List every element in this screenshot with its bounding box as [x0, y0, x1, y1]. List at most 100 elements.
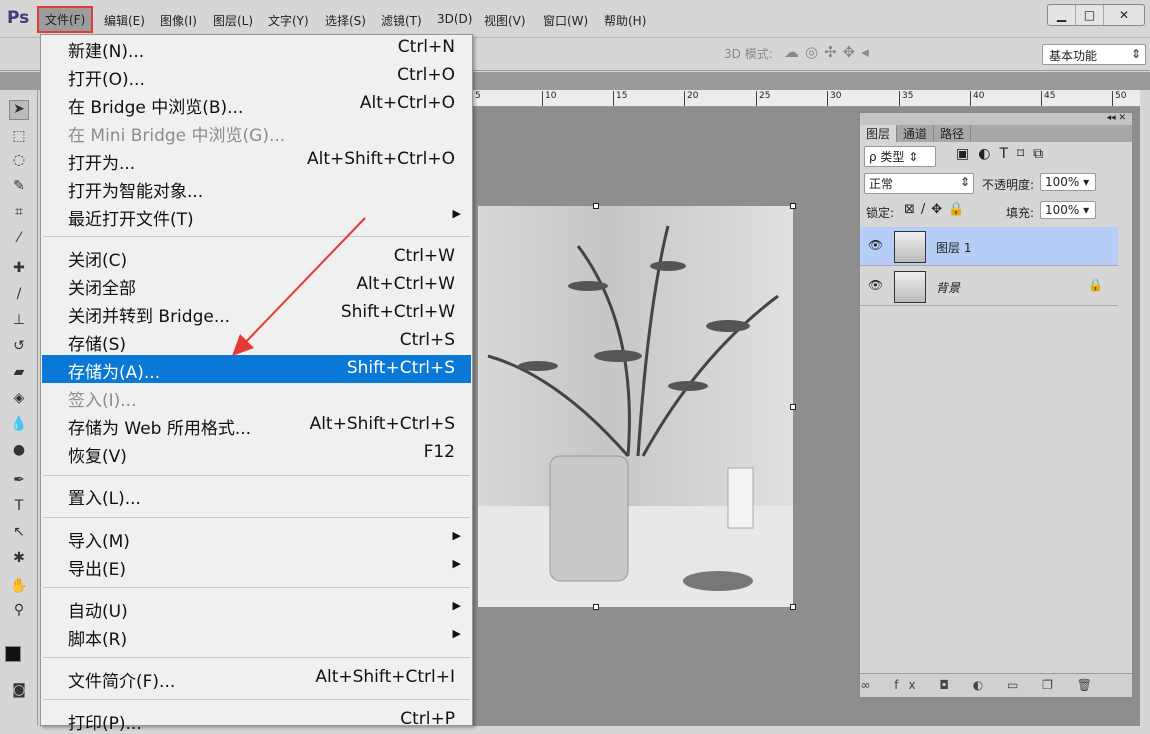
path-select-tool-icon[interactable]: ↖ — [9, 524, 29, 544]
eyedropper-tool-icon[interactable]: ⁄ — [9, 230, 29, 250]
menu-item[interactable]: 自动(U) ▶ — [42, 594, 471, 622]
menu-item[interactable]: 导出(E) ▶ — [42, 552, 471, 580]
menu-item[interactable]: 打开为智能对象... — [42, 174, 471, 202]
menu-item-label: 打开为... — [68, 154, 136, 174]
document-image[interactable] — [478, 206, 793, 607]
menu-separator — [43, 236, 470, 237]
menu-item[interactable]: 在 Bridge 中浏览(B)... Alt+Ctrl+O — [42, 90, 471, 118]
quick-mask-icon[interactable]: ◙ — [9, 682, 29, 702]
layer-filter-select[interactable]: ρ 类型 ⇕ — [864, 146, 936, 167]
menu-item[interactable]: 恢复(V) F12 — [42, 439, 471, 467]
eye-icon[interactable]: 👁 — [868, 278, 883, 292]
menu-item[interactable]: 关闭(C) Ctrl+W — [42, 243, 471, 271]
lasso-tool-icon[interactable]: ◌ — [9, 152, 29, 172]
menu-type[interactable]: 文字(Y) — [268, 12, 309, 29]
panel-collapse-icon[interactable]: ◂◂ ✕ — [860, 113, 1132, 125]
crop-tool-icon[interactable]: ⌗ — [9, 204, 29, 224]
menu-item-label: 打印(P)... — [68, 714, 142, 734]
fill-input[interactable]: 100% ▾ — [1040, 201, 1096, 219]
tab-paths[interactable]: 路径 — [934, 125, 972, 142]
menu-item[interactable]: 存储为(A)... Shift+Ctrl+S — [42, 355, 471, 383]
menu-item[interactable]: 打开为... Alt+Shift+Ctrl+O — [42, 146, 471, 174]
3d-mode-icons[interactable]: ☁◎✣✥◂ — [784, 43, 875, 61]
menu-window[interactable]: 窗口(W) — [543, 12, 588, 29]
menu-item[interactable]: 打印(P)... Ctrl+P — [42, 706, 471, 734]
menu-item[interactable]: 存储为 Web 所用格式... Alt+Shift+Ctrl+S — [42, 411, 471, 439]
blend-mode-select[interactable]: 正常 ⇕ — [864, 173, 974, 194]
opacity-value: 100% — [1045, 175, 1080, 189]
layer-name[interactable]: 图层 1 — [936, 239, 971, 256]
lock-icon: 🔒 — [1088, 278, 1103, 292]
fill-label: 填充: — [1006, 206, 1035, 220]
menu-separator — [43, 699, 470, 700]
menu-item[interactable]: 存储(S) Ctrl+S — [42, 327, 471, 355]
menu-item[interactable]: 打开(O)... Ctrl+O — [42, 62, 471, 90]
menu-item[interactable]: 关闭并转到 Bridge... Shift+Ctrl+W — [42, 299, 471, 327]
layer-row[interactable]: 👁 图层 1 — [860, 227, 1118, 266]
history-brush-icon[interactable]: ↺ — [9, 338, 29, 358]
opacity-input[interactable]: 100% ▾ — [1040, 173, 1096, 191]
layer-row[interactable]: 👁 背景 🔒 — [860, 267, 1118, 306]
lock-icons[interactable]: ⊠/✥🔒 — [904, 202, 970, 217]
move-tool-icon[interactable]: ➤ — [9, 100, 29, 120]
blur-tool-icon[interactable]: 💧 — [9, 416, 29, 436]
menu-item-label: 新建(N)... — [68, 42, 145, 62]
tab-layers[interactable]: 图层 — [860, 125, 898, 142]
menu-view[interactable]: 视图(V) — [484, 12, 526, 29]
eye-icon[interactable]: 👁 — [868, 238, 883, 252]
menu-item[interactable]: 最近打开文件(T) ▶ — [42, 202, 471, 230]
filter-type-icons[interactable]: ▣◐T⌑⧉ — [956, 146, 1052, 162]
menu-3d[interactable]: 3D(D) — [437, 12, 472, 26]
menu-bar: Ps 文件(F) 编辑(E) 图像(I) 图层(L) 文字(Y) 选择(S) 滤… — [0, 0, 1150, 38]
transform-handle[interactable] — [790, 203, 796, 209]
transform-handle[interactable] — [593, 203, 599, 209]
minimize-button[interactable]: ▁ — [1048, 5, 1076, 25]
stamp-tool-icon[interactable]: ⊥ — [9, 312, 29, 332]
marquee-tool-icon[interactable]: ⬚ — [9, 128, 29, 148]
menu-help[interactable]: 帮助(H) — [604, 12, 646, 29]
transform-handle[interactable] — [790, 404, 796, 410]
tools-panel: ➤ ⬚ ◌ ✎ ⌗ ⁄ ✚ / ⊥ ↺ ▰ ◈ 💧 ● ✒ T ↖ ✱ ✋ ⚲ … — [0, 90, 38, 726]
menu-select[interactable]: 选择(S) — [325, 12, 366, 29]
menu-image[interactable]: 图像(I) — [160, 12, 197, 29]
menu-layer[interactable]: 图层(L) — [213, 12, 253, 29]
zoom-tool-icon[interactable]: ⚲ — [9, 602, 29, 622]
quick-select-tool-icon[interactable]: ✎ — [9, 178, 29, 198]
menu-item-shortcut: F12 — [423, 442, 455, 462]
menu-item[interactable]: 新建(N)... Ctrl+N — [42, 34, 471, 62]
menu-separator — [43, 475, 470, 476]
menu-item-shortcut: Shift+Ctrl+W — [340, 302, 455, 322]
transform-handle[interactable] — [593, 604, 599, 610]
transform-handle[interactable] — [790, 604, 796, 610]
menu-edit[interactable]: 编辑(E) — [104, 12, 145, 29]
layer-actions-icons[interactable]: ∞ fx ◘ ◐ ▭ ❐ 🗑 — [860, 673, 1132, 697]
ruler-tick: 45 — [1041, 91, 1055, 106]
menu-item[interactable]: 导入(M) ▶ — [42, 524, 471, 552]
tab-channels[interactable]: 通道 — [897, 125, 935, 142]
menu-item-label: 打开(O)... — [68, 70, 145, 90]
menu-filter[interactable]: 滤镜(T) — [381, 12, 422, 29]
maximize-button[interactable]: □ — [1076, 5, 1104, 25]
menu-item[interactable]: 文件简介(F)... Alt+Shift+Ctrl+I — [42, 664, 471, 692]
workspace-select[interactable]: 基本功能 ⇕ — [1042, 44, 1146, 65]
ruler-tick: 25 — [756, 91, 770, 106]
brush-tool-icon[interactable]: / — [9, 286, 29, 306]
pen-tool-icon[interactable]: ✒ — [9, 472, 29, 492]
layers-panel: ◂◂ ✕ 图层 通道 路径 ρ 类型 ⇕ ▣◐T⌑⧉ 正常 ⇕ 不透明度: 100… — [859, 112, 1133, 698]
menu-item[interactable]: 关闭全部 Alt+Ctrl+W — [42, 271, 471, 299]
layer-name[interactable]: 背景 — [936, 279, 960, 296]
hand-tool-icon[interactable]: ✋ — [9, 578, 29, 598]
healing-tool-icon[interactable]: ✚ — [9, 260, 29, 280]
dodge-tool-icon[interactable]: ● — [9, 442, 29, 462]
shape-tool-icon[interactable]: ✱ — [9, 550, 29, 570]
eraser-tool-icon[interactable]: ▰ — [9, 364, 29, 384]
menu-item-shortcut: Alt+Ctrl+O — [359, 93, 455, 113]
type-tool-icon[interactable]: T — [9, 498, 29, 518]
bucket-tool-icon[interactable]: ◈ — [9, 390, 29, 410]
menu-file[interactable]: 文件(F) — [37, 6, 94, 33]
ruler-tick: 35 — [899, 91, 913, 106]
menu-item[interactable]: 置入(L)... — [42, 481, 471, 509]
menu-item[interactable]: 脚本(R) ▶ — [42, 622, 471, 650]
foreground-color-swatch[interactable] — [5, 646, 21, 662]
close-button[interactable]: ✕ — [1104, 5, 1144, 25]
